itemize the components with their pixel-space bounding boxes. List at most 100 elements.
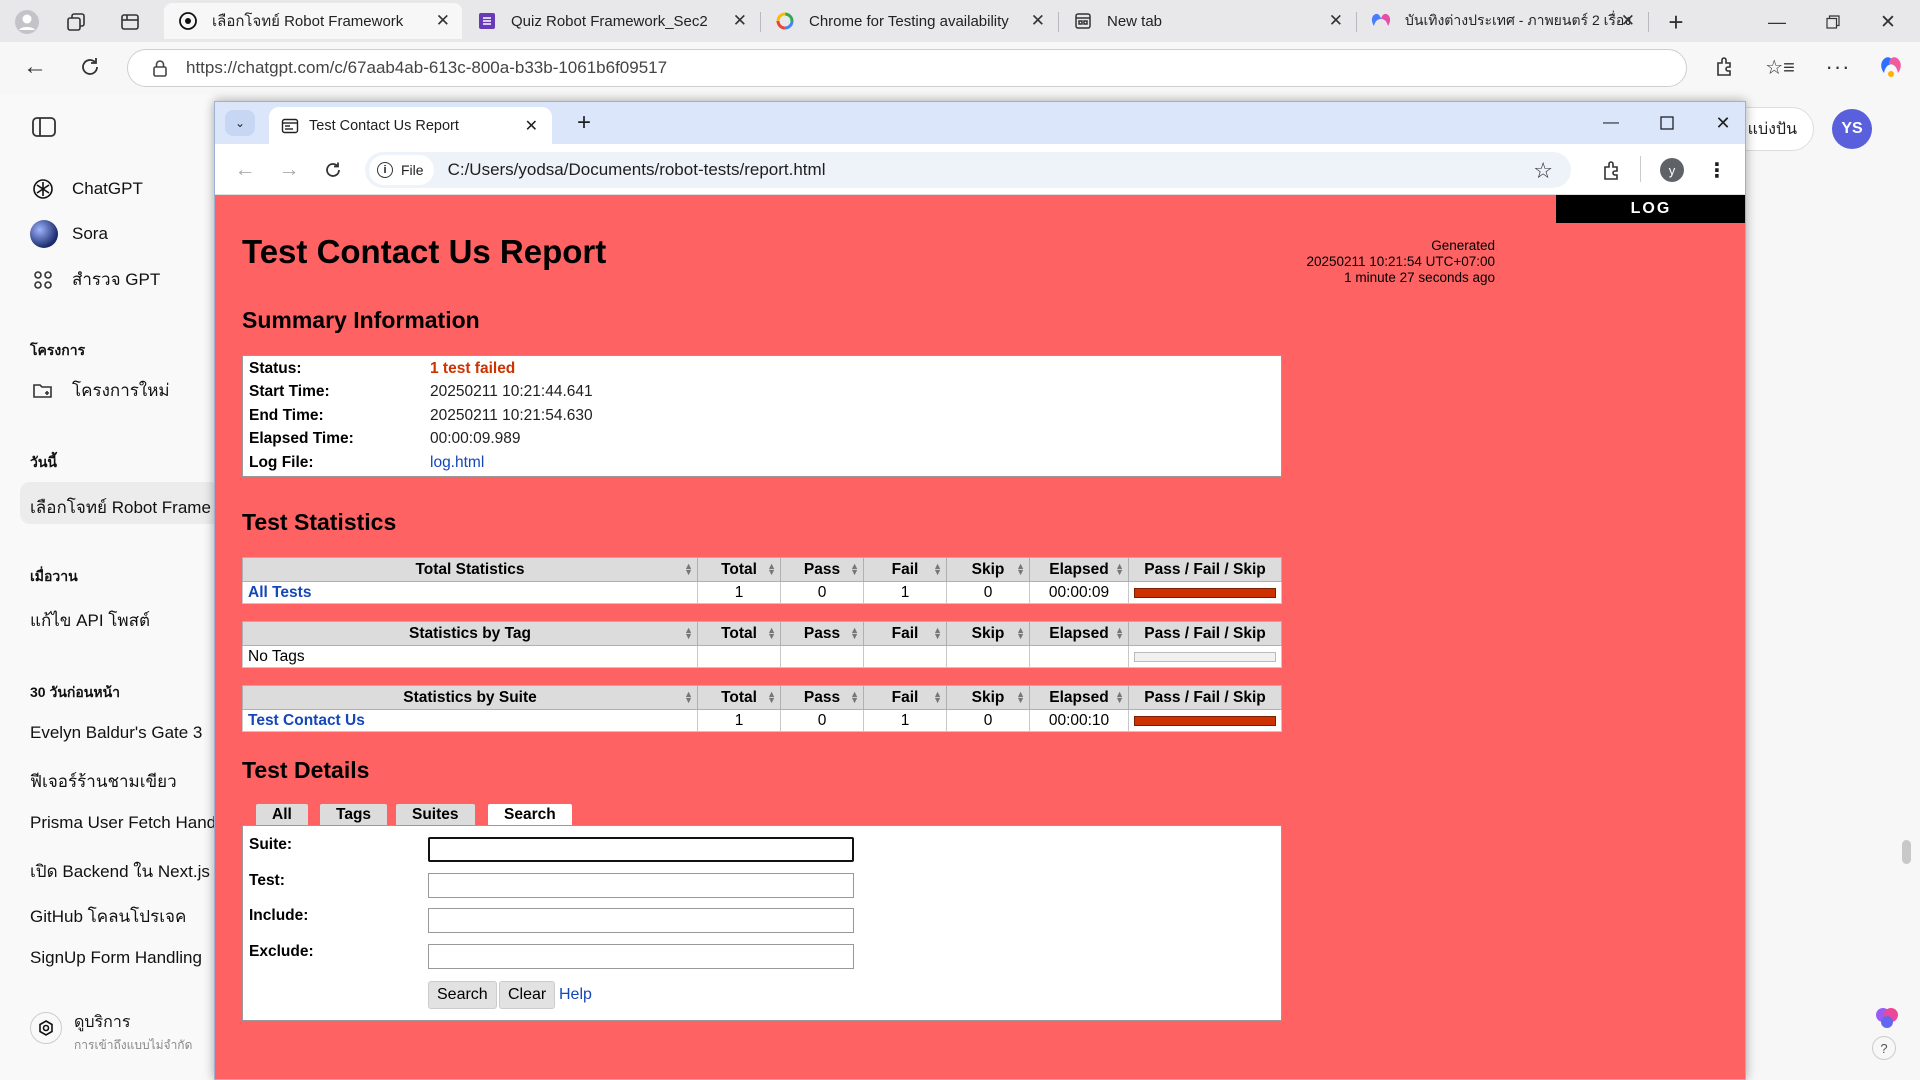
new-tab-icon[interactable]: +	[1662, 7, 1690, 37]
close-window-icon[interactable]: ✕	[1709, 110, 1737, 136]
all-tests-link[interactable]: All Tests	[248, 584, 311, 601]
menu-kebab-icon[interactable]: ⋮	[1705, 156, 1729, 184]
chat-item[interactable]: Evelyn Baldur's Gate 3	[30, 723, 202, 743]
clear-button[interactable]: Clear	[499, 981, 556, 1009]
minimize-icon[interactable]: —	[1762, 8, 1792, 36]
workspaces-icon[interactable]	[62, 9, 90, 35]
fail-bar[interactable]	[1134, 587, 1276, 598]
tab-suites[interactable]: Suites	[396, 804, 475, 825]
column-header[interactable]: Pass ▲ ▼	[780, 557, 864, 582]
scrollbar-thumb[interactable]	[1902, 840, 1911, 864]
column-header[interactable]: Skip ▲ ▼	[946, 557, 1030, 582]
chat-item[interactable]: ฟีเจอร์ร้านชามเขียว	[30, 768, 177, 795]
more-icon[interactable]: ···	[1823, 52, 1853, 82]
include-input[interactable]	[428, 908, 854, 933]
close-icon[interactable]: ✕	[1621, 11, 1635, 31]
sidebar-item-new-project[interactable]: โครงการใหม่	[30, 377, 170, 404]
close-icon[interactable]: ✕	[436, 11, 450, 31]
elapsed-cell: 00:00:10	[1029, 709, 1129, 732]
column-header[interactable]: Elapsed ▲ ▼	[1029, 557, 1129, 582]
reload-icon[interactable]	[319, 156, 347, 184]
brain-icon[interactable]	[1870, 1000, 1904, 1034]
column-header[interactable]: Fail ▲ ▼	[863, 685, 947, 710]
grid-icon	[30, 267, 56, 293]
restore-icon[interactable]	[1818, 8, 1848, 36]
sidebar-toggle-icon[interactable]	[30, 114, 58, 140]
column-header[interactable]: Total ▲ ▼	[697, 557, 781, 582]
close-icon[interactable]: ✕	[1031, 11, 1045, 31]
suite-input[interactable]	[428, 837, 854, 862]
copilot-icon[interactable]	[1876, 52, 1906, 82]
forward-icon[interactable]: →	[275, 156, 303, 184]
favorites-icon[interactable]: ☆≡	[1765, 52, 1795, 82]
sort-icon: ▲ ▼	[684, 689, 693, 705]
column-header[interactable]: Total Statistics ▲ ▼	[242, 557, 698, 582]
chat-item[interactable]: แก้ไข API โพสต์	[30, 607, 150, 634]
sidebar-item-explore-gpt[interactable]: สำรวจ GPT	[30, 266, 160, 293]
column-header[interactable]: Skip ▲ ▼	[946, 621, 1030, 646]
tab-actions-icon[interactable]	[116, 9, 144, 35]
tab-search-icon[interactable]: ⌄	[225, 110, 255, 136]
column-header[interactable]: Total ▲ ▼	[697, 685, 781, 710]
column-header[interactable]: Pass ▲ ▼	[780, 685, 864, 710]
chat-item[interactable]: SignUp Form Handling	[30, 948, 202, 968]
tab-tags[interactable]: Tags	[320, 804, 388, 825]
site-info-chip[interactable]: i File	[369, 155, 434, 185]
chat-item[interactable]: GitHub โคลนโปรเจค	[30, 903, 186, 930]
avatar[interactable]: YS	[1832, 109, 1872, 149]
chat-item[interactable]: เปิด Backend ใน Next.js	[30, 858, 210, 885]
report-page: LOG Test Contact Us Report Generated 202…	[215, 195, 1745, 1079]
search-button[interactable]: Search	[428, 981, 497, 1009]
sidebar-item-chatgpt[interactable]: ChatGPT	[30, 176, 143, 202]
exclude-input[interactable]	[428, 944, 854, 969]
help-icon[interactable]: ?	[1872, 1036, 1896, 1060]
profile-icon[interactable]	[12, 8, 42, 36]
column-header[interactable]: Statistics by Tag ▲ ▼	[242, 621, 698, 646]
maximize-icon[interactable]	[1653, 110, 1681, 136]
suite-link[interactable]: Test Contact Us	[248, 712, 365, 729]
edge-tab-chatgpt[interactable]: เลือกโจทย์ Robot Framework ✕	[164, 3, 462, 39]
edge-tab-entertainment[interactable]: บันเทิงต่างประเทศ - ภาพยนตร์ 2 เรื่อง ✕	[1357, 3, 1647, 39]
chat-item[interactable]: เลือกโจทย์ Robot Frame	[30, 494, 211, 521]
column-header[interactable]: Elapsed ▲ ▼	[1029, 685, 1129, 710]
column-header[interactable]: Pass ▲ ▼	[780, 621, 864, 646]
column-header[interactable]: Skip ▲ ▼	[946, 685, 1030, 710]
refresh-icon[interactable]	[75, 52, 105, 82]
sidebar-item-sora[interactable]: Sora	[30, 220, 108, 248]
column-header[interactable]: Statistics by Suite ▲ ▼	[242, 685, 698, 710]
edge-tab-newtab[interactable]: New tab ✕	[1059, 3, 1355, 39]
close-icon[interactable]: ✕	[733, 11, 747, 31]
extensions-icon[interactable]	[1710, 52, 1740, 82]
fail-bar[interactable]	[1134, 715, 1276, 726]
edge-tab-quiz[interactable]: Quiz Robot Framework_Sec2 ✕	[463, 3, 759, 39]
log-link[interactable]: LOG	[1556, 195, 1745, 223]
help-link[interactable]: Help	[559, 986, 592, 1004]
new-tab-icon[interactable]: +	[571, 109, 597, 136]
chat-item[interactable]: Prisma User Fetch Hand	[30, 813, 216, 833]
chrome-omnibox[interactable]: i File C:/Users/yodsa/Documents/robot-te…	[365, 152, 1571, 188]
start-time-value: 20250211 10:21:44.641	[430, 383, 593, 400]
back-icon[interactable]: ←	[231, 156, 259, 184]
tab-all[interactable]: All	[256, 804, 308, 825]
test-input[interactable]	[428, 873, 854, 898]
edge-tab-chrome-testing[interactable]: Chrome for Testing availability ✕	[761, 3, 1057, 39]
column-header[interactable]: Total ▲ ▼	[697, 621, 781, 646]
pass-cell: 0	[780, 709, 864, 732]
minimize-icon[interactable]: —	[1597, 110, 1625, 136]
column-header[interactable]: Elapsed ▲ ▼	[1029, 621, 1129, 646]
upgrade-title[interactable]: ดูบริการ	[74, 1010, 130, 1035]
chrome-tab-report[interactable]: Test Contact Us Report ✕	[269, 107, 552, 144]
close-icon[interactable]: ✕	[1329, 11, 1343, 31]
bookmark-star-icon[interactable]: ☆	[1533, 158, 1553, 184]
close-window-icon[interactable]: ✕	[1873, 8, 1903, 36]
profile-avatar[interactable]: y	[1660, 158, 1684, 182]
edge-address-bar[interactable]: https://chatgpt.com/c/67aab4ab-613c-800a…	[127, 49, 1687, 87]
tab-search[interactable]: Search	[488, 804, 572, 826]
column-header[interactable]: Fail ▲ ▼	[863, 621, 947, 646]
back-icon[interactable]: ←	[20, 52, 50, 82]
log-file-link[interactable]: log.html	[430, 454, 484, 472]
extensions-icon[interactable]	[1598, 157, 1626, 185]
close-tab-icon[interactable]: ✕	[525, 116, 538, 136]
upgrade-icon[interactable]	[30, 1012, 62, 1044]
column-header[interactable]: Fail ▲ ▼	[863, 557, 947, 582]
